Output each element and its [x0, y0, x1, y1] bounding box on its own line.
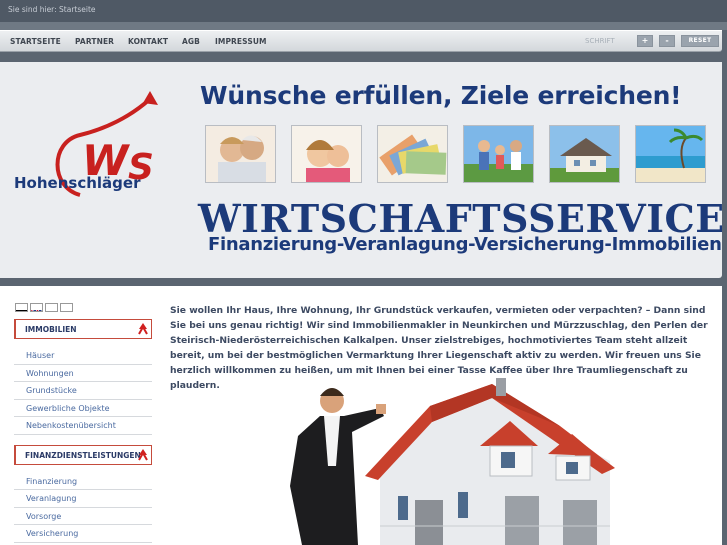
header-band — [0, 22, 727, 30]
content-gap — [0, 278, 727, 286]
spacer — [0, 52, 727, 62]
sidebar-list-finanz: Finanzierung Veranlagung Vorsorge Versic… — [14, 473, 152, 543]
font-increase-button[interactable]: + — [637, 35, 653, 47]
banner-slogan: Wünsche erfüllen, Ziele erreichen! — [200, 81, 682, 110]
nav-startseite[interactable]: STARTSEITE — [10, 37, 61, 46]
couple-photo — [205, 125, 276, 183]
main-content: IMMOBILIEN Häuser Wohnungen Grundstücke … — [0, 286, 727, 545]
font-reset-button[interactable]: RESET — [681, 35, 719, 47]
nav-kontakt[interactable]: KONTAKT — [128, 37, 168, 46]
sidebar: IMMOBILIEN Häuser Wohnungen Grundstücke … — [14, 319, 152, 545]
sidebar-item-gewerbliche-objekte[interactable]: Gewerbliche Objekte — [14, 400, 152, 417]
money-photo — [377, 125, 448, 183]
flag-si-icon[interactable] — [45, 303, 58, 312]
sidebar-item-nebenkosten[interactable]: Nebenkostenübersicht — [14, 417, 152, 435]
red-arrow-icon — [138, 323, 148, 335]
sidebar-item-versicherung[interactable]: Versicherung — [14, 525, 152, 543]
sidebar-section-immobilien[interactable]: IMMOBILIEN — [14, 319, 152, 339]
header-banner: Wünsche erfüllen, Ziele erreichen! W S H… — [0, 62, 722, 278]
sidebar-list-immobilien: Häuser Wohnungen Grundstücke Gewerbliche… — [14, 347, 152, 435]
sidebar-section-label: FINANZDIENSTLEISTUNGEN — [25, 450, 141, 460]
house-photo — [549, 125, 620, 183]
flag-uk-icon[interactable] — [30, 303, 43, 312]
nav-partner[interactable]: PARTNER — [75, 37, 114, 46]
sidebar-item-grundstuecke[interactable]: Grundstücke — [14, 382, 152, 400]
sidebar-item-wohnungen[interactable]: Wohnungen — [14, 365, 152, 382]
page-edge — [722, 30, 727, 545]
sidebar-item-finanzierung[interactable]: Finanzierung — [14, 473, 152, 490]
sidebar-item-haeuser[interactable]: Häuser — [14, 347, 152, 365]
flag-de-icon[interactable] — [15, 303, 28, 312]
agent-house-illustration — [280, 376, 620, 545]
breadcrumb: Sie sind hier: Startseite — [8, 5, 96, 14]
main-nav: STARTSEITE PARTNER KONTAKT AGB IMPRESSUM… — [0, 30, 722, 52]
beach-photo — [635, 125, 706, 183]
company-logo[interactable]: W S — [10, 87, 180, 217]
banner-subtitle: Finanzierung-Veranlagung-Versicherung-Im… — [208, 234, 722, 255]
sidebar-section-finanzdienstleistungen[interactable]: FINANZDIENSTLEISTUNGEN — [14, 444, 152, 465]
sidebar-section-label: IMMOBILIEN — [25, 325, 77, 334]
font-decrease-button[interactable]: - — [659, 35, 675, 47]
sidebar-item-vorsorge[interactable]: Vorsorge — [14, 508, 152, 525]
flag-ru-icon[interactable] — [60, 303, 73, 312]
sidebar-item-veranlagung[interactable]: Veranlagung — [14, 490, 152, 508]
nav-agb[interactable]: AGB — [182, 37, 200, 46]
font-size-label: SCHRIFT — [585, 37, 615, 45]
family-photo — [463, 125, 534, 183]
brand-name: Hohenschläger — [14, 174, 141, 192]
red-arrow-icon — [138, 448, 148, 460]
nav-impressum[interactable]: IMPRESSUM — [215, 37, 267, 46]
top-bar: Sie sind hier: Startseite — [0, 0, 727, 22]
children-photo — [291, 125, 362, 183]
